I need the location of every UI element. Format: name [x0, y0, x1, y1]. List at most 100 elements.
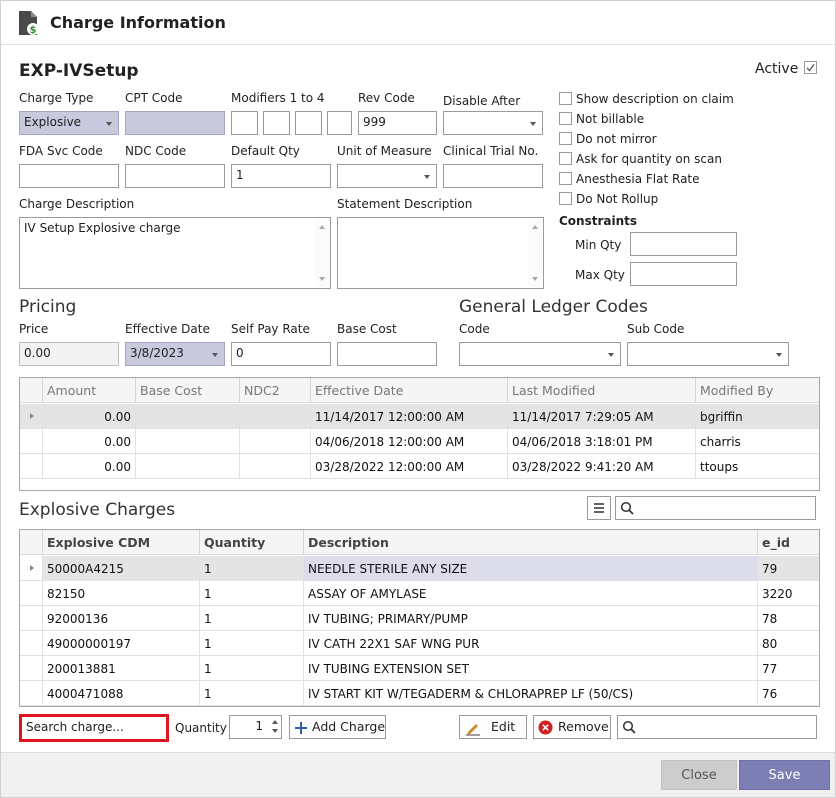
clinical-trial-input[interactable]	[443, 164, 543, 188]
option-not-billable[interactable]: Not billable	[559, 112, 734, 130]
window-title: Charge Information	[50, 13, 226, 32]
spin-down-icon[interactable]	[272, 729, 278, 733]
gl-codes-title: General Ledger Codes	[459, 297, 648, 317]
explosive-charges-grid: Explosive CDM Quantity Description e_id …	[19, 529, 820, 707]
option-show-description[interactable]: Show description on claim	[559, 92, 734, 110]
column-header[interactable]: e_id	[757, 530, 819, 555]
row-indicator-icon	[30, 565, 34, 571]
table-row[interactable]: 82150 1 ASSAY OF AMYLASE 3220	[20, 581, 819, 606]
option-anesthesia-flat-rate[interactable]: Anesthesia Flat Rate	[559, 172, 734, 190]
default-qty-input[interactable]: 1	[231, 164, 331, 188]
table-row[interactable]: 49000000197 1 IV CATH 22X1 SAF WNG PUR 8…	[20, 631, 819, 656]
gl-code-label: Code	[459, 322, 490, 336]
explosive-charges-title: Explosive Charges	[19, 500, 176, 520]
self-pay-rate-input[interactable]: 0	[231, 342, 331, 366]
scroll-up-icon[interactable]	[319, 225, 325, 229]
checkbox[interactable]	[559, 92, 572, 105]
explosive-search-input[interactable]	[615, 496, 816, 520]
checkbox[interactable]	[559, 172, 572, 185]
option-do-not-rollup[interactable]: Do Not Rollup	[559, 192, 734, 210]
ndc-code-input[interactable]	[125, 164, 225, 188]
gl-sub-code-label: Sub Code	[627, 322, 685, 336]
column-header[interactable]: Description	[303, 530, 757, 555]
grid-header: Amount Base Cost NDC2 Effective Date Las…	[20, 378, 819, 403]
scroll-down-icon[interactable]	[532, 277, 538, 281]
grid-search-input[interactable]	[617, 715, 817, 739]
options-list: Show description on claim Not billable D…	[559, 92, 734, 210]
edit-button[interactable]: Edit	[459, 715, 527, 739]
default-qty-label: Default Qty	[231, 144, 300, 158]
option-ask-quantity[interactable]: Ask for quantity on scan	[559, 152, 734, 170]
base-cost-input[interactable]	[337, 342, 437, 366]
fda-svc-code-label: FDA Svc Code	[19, 144, 103, 158]
modifier-2-input[interactable]	[263, 111, 290, 135]
charge-type-label: Charge Type	[19, 91, 94, 105]
effective-date-picker[interactable]: 3/8/2023	[125, 342, 225, 366]
charge-description-label: Charge Description	[19, 197, 135, 211]
max-qty-input[interactable]	[630, 262, 737, 286]
modifier-4-input[interactable]	[327, 111, 352, 135]
scroll-up-icon[interactable]	[532, 225, 538, 229]
grid-header: Explosive CDM Quantity Description e_id	[20, 530, 819, 555]
column-header[interactable]: Last Modified	[507, 378, 695, 403]
disable-after-select[interactable]	[443, 111, 543, 135]
rev-code-input[interactable]: 999	[358, 111, 437, 135]
effective-date-label: Effective Date	[125, 322, 210, 336]
column-header[interactable]: Effective Date	[310, 378, 507, 403]
spin-up-icon[interactable]	[272, 720, 278, 724]
scroll-down-icon[interactable]	[319, 277, 325, 281]
document-dollar-icon: $	[19, 11, 39, 36]
table-row[interactable]: 4000471088 1 IV START KIT W/TEGADERM & C…	[20, 681, 819, 706]
cpt-code-label: CPT Code	[125, 91, 183, 105]
column-header[interactable]: Explosive CDM	[42, 530, 199, 555]
search-charge-input[interactable]: Search charge...	[19, 714, 169, 742]
statement-description-textarea[interactable]	[337, 217, 544, 289]
table-row[interactable]: 0.00 03/28/2022 12:00:00 AM 03/28/2022 9…	[20, 454, 819, 479]
column-header[interactable]: NDC2	[239, 378, 310, 403]
pricing-title: Pricing	[19, 297, 77, 317]
column-header[interactable]: Amount	[42, 378, 135, 403]
option-do-not-mirror[interactable]: Do not mirror	[559, 132, 734, 150]
add-charge-button[interactable]: Add Charge	[289, 715, 386, 739]
max-qty-label: Max Qty	[575, 268, 625, 282]
gl-code-select[interactable]	[459, 342, 621, 366]
table-row[interactable]: 0.00 04/06/2018 12:00:00 AM 04/06/2018 3…	[20, 429, 819, 454]
table-row[interactable]: 50000A4215 1 NEEDLE STERILE ANY SIZE 79	[20, 556, 819, 581]
svg-text:$: $	[30, 25, 37, 36]
price-input[interactable]: 0.00	[19, 342, 119, 366]
dialog-footer: Close Save	[1, 752, 835, 797]
column-header[interactable]: Base Cost	[135, 378, 239, 403]
checkbox[interactable]	[559, 192, 572, 205]
scrollbar[interactable]	[315, 219, 329, 287]
min-qty-input[interactable]	[630, 232, 737, 256]
clinical-trial-label: Clinical Trial No.	[443, 144, 539, 158]
table-row[interactable]: 0.00 11/14/2017 12:00:00 AM 11/14/2017 7…	[20, 404, 819, 429]
unit-of-measure-select[interactable]	[337, 164, 437, 188]
ndc-code-label: NDC Code	[125, 144, 187, 158]
statement-description-label: Statement Description	[337, 197, 473, 211]
fda-svc-code-input[interactable]	[19, 164, 119, 188]
charge-type-select[interactable]: Explosive	[19, 111, 119, 135]
column-header[interactable]: Modified By	[695, 378, 819, 403]
checkbox[interactable]	[559, 132, 572, 145]
table-row[interactable]: 92000136 1 IV TUBING; PRIMARY/PUMP 78	[20, 606, 819, 631]
column-header[interactable]: Quantity	[199, 530, 303, 555]
modifier-3-input[interactable]	[295, 111, 322, 135]
checkbox[interactable]	[559, 152, 572, 165]
modifier-1-input[interactable]	[231, 111, 258, 135]
table-row[interactable]: 200013881 1 IV TUBING EXTENSION SET 77	[20, 656, 819, 681]
save-button[interactable]: Save	[739, 760, 830, 790]
active-checkbox[interactable]	[804, 61, 817, 74]
remove-x-icon	[538, 720, 553, 735]
close-button[interactable]: Close	[661, 760, 737, 790]
checkbox[interactable]	[559, 112, 572, 125]
constraints-title: Constraints	[559, 214, 638, 228]
cpt-code-input[interactable]	[125, 111, 225, 135]
remove-button[interactable]: Remove	[533, 715, 611, 739]
column-menu-button[interactable]	[587, 496, 611, 520]
self-pay-rate-label: Self Pay Rate	[231, 322, 310, 336]
charge-description-textarea[interactable]: IV Setup Explosive charge	[19, 217, 331, 289]
scrollbar[interactable]	[528, 219, 542, 287]
gl-sub-code-select[interactable]	[627, 342, 789, 366]
quantity-spin-buttons[interactable]	[269, 717, 281, 737]
